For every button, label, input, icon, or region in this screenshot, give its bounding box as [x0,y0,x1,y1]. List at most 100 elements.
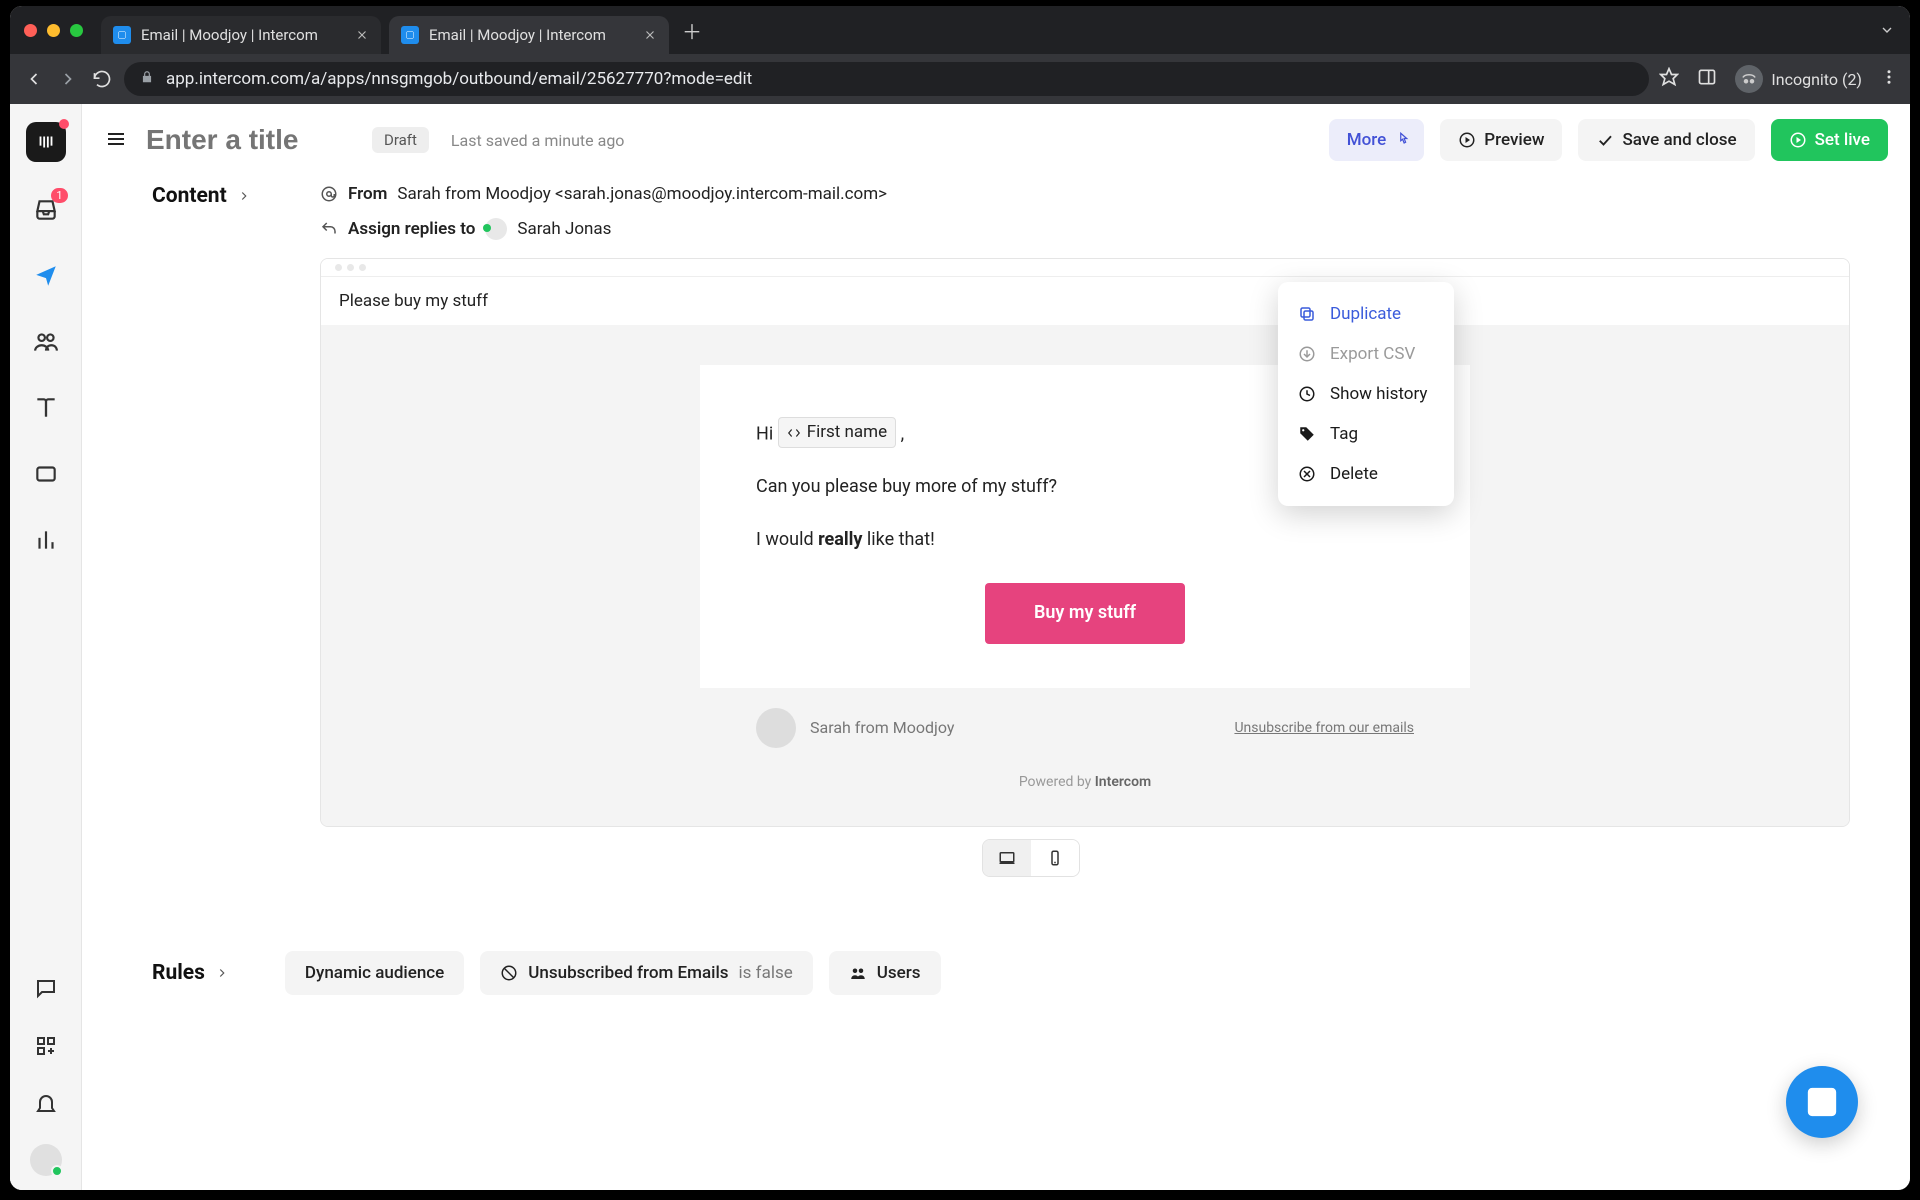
inbox-badge: 1 [51,188,67,203]
preview-label: Preview [1484,130,1544,150]
content-section: Content From Sarah from Moodjoy <sarah.j… [82,176,1910,931]
chip-users[interactable]: Users [829,951,941,995]
sender-name: Sarah from Moodjoy [810,718,954,737]
chip-dynamic-audience[interactable]: Dynamic audience [285,951,464,995]
dropdown-item-duplicate[interactable]: Duplicate [1278,294,1454,334]
toggle-sidebar-button[interactable] [104,127,130,153]
close-tab-icon[interactable] [355,28,369,42]
from-value: Sarah from Moodjoy <sarah.jonas@moodjoy.… [397,184,887,204]
intercom-launcher[interactable] [1786,1066,1858,1138]
email-footer: Sarah from Moodjoy Unsubscribe from our … [700,688,1470,758]
content-heading[interactable]: Content [152,184,251,208]
intercom-logo[interactable] [26,122,66,162]
save-close-button[interactable]: Save and close [1578,119,1754,161]
mobile-icon [1046,849,1064,867]
chevron-right-icon [215,966,229,980]
editor-topbar: Draft Last saved a minute ago More Previ… [82,104,1910,176]
x-circle-icon [1298,465,1316,483]
sidebar-item-articles[interactable] [28,390,64,426]
more-label: More [1347,130,1386,150]
tabs-overflow-icon[interactable] [1872,22,1902,38]
incognito-indicator[interactable]: Incognito (2) [1735,65,1862,93]
reload-button[interactable] [90,67,114,91]
close-tab-icon[interactable] [643,28,657,42]
sidebar-item-contacts[interactable] [28,324,64,360]
kebab-menu-icon[interactable] [1880,68,1898,90]
block-icon [500,964,518,982]
sidebar-avatar[interactable] [30,1144,62,1176]
star-icon[interactable] [1659,67,1679,91]
preview-button[interactable]: Preview [1440,119,1562,161]
sidebar-item-apps[interactable] [28,1028,64,1064]
maximize-window-icon[interactable] [70,24,83,37]
powered-prefix: Powered by [1019,774,1095,790]
device-preview-toggle [152,827,1910,907]
minimize-window-icon[interactable] [47,24,60,37]
email-preview-card: Please buy my stuff Hi First name , [320,258,1850,827]
dropdown-item-delete[interactable]: Delete [1278,454,1454,494]
dropdown-label: Delete [1330,464,1378,484]
rules-heading[interactable]: Rules [152,961,229,985]
chrome-address-bar: app.intercom.com/a/apps/nnsgmgob/outboun… [10,54,1910,104]
assign-value: Sarah Jonas [517,219,611,239]
new-tab-button[interactable]: ＋ [677,15,707,45]
back-button[interactable] [22,67,46,91]
desktop-preview-button[interactable] [983,840,1031,876]
save-close-label: Save and close [1622,130,1736,150]
dropdown-label: Export CSV [1330,344,1415,364]
intercom-favicon-icon [401,26,419,44]
browser-tab[interactable]: Email | Moodjoy | Intercom [101,16,381,54]
browser-tab-active[interactable]: Email | Moodjoy | Intercom [389,16,669,54]
sidebar-item-reports[interactable] [28,522,64,558]
variable-label: First name [807,419,887,446]
sidebar-item-messages[interactable] [28,970,64,1006]
dropdown-item-show-history[interactable]: Show history [1278,374,1454,414]
email-title-input[interactable] [146,124,356,156]
content-heading-label: Content [152,184,227,208]
at-icon [320,185,338,203]
email-card-chrome [321,259,1849,277]
side-panel-icon[interactable] [1697,67,1717,91]
address-input[interactable]: app.intercom.com/a/apps/nnsgmgob/outboun… [124,62,1649,96]
dropdown-label: Tag [1330,424,1358,444]
sidebar-item-outbound[interactable] [28,258,64,294]
sidebar-item-alerts[interactable] [28,1086,64,1122]
chip-label: Unsubscribed from Emails [528,963,728,983]
incognito-label: Incognito (2) [1771,70,1862,89]
close-window-icon[interactable] [24,24,37,37]
variable-first-name[interactable]: First name [778,417,896,448]
assign-row[interactable]: Assign replies to Sarah Jonas [320,218,1910,240]
window-frame: Email | Moodjoy | Intercom Email | Moodj… [10,6,1910,1190]
users-icon [849,964,867,982]
reply-icon [320,220,338,238]
cursor-pointer-icon [1394,131,1412,149]
url-text: app.intercom.com/a/apps/nnsgmgob/outboun… [166,69,752,89]
chevron-right-icon [237,189,251,203]
check-icon [1596,131,1614,149]
unsubscribe-link[interactable]: Unsubscribe from our emails [1234,720,1414,736]
last-saved-text: Last saved a minute ago [451,131,625,150]
rules-section: Rules Dynamic audience Unsubscribed from… [82,931,1910,1025]
duplicate-icon [1298,305,1316,323]
sidebar-item-operator[interactable] [28,456,64,492]
email-cta-button[interactable]: Buy my stuff [985,583,1185,644]
more-menu-button[interactable]: More [1329,119,1424,161]
sidebar-item-inbox[interactable]: 1 [28,192,64,228]
chip-unsubscribed[interactable]: Unsubscribed from Emails is false [480,951,812,995]
from-row[interactable]: From Sarah from Moodjoy <sarah.jonas@moo… [320,184,1910,204]
tag-icon [1298,425,1316,443]
dropdown-item-tag[interactable]: Tag [1278,414,1454,454]
dropdown-item-export-csv[interactable]: Export CSV [1278,334,1454,374]
tab-title: Email | Moodjoy | Intercom [141,26,345,44]
code-icon [787,426,801,440]
desktop-icon [998,849,1016,867]
set-live-button[interactable]: Set live [1771,119,1888,161]
intercom-favicon-icon [113,26,131,44]
forward-button[interactable] [56,67,80,91]
chip-label: Dynamic audience [305,963,444,983]
body-line2a: I would [756,529,818,550]
email-subject[interactable]: Please buy my stuff [321,277,1849,325]
status-badge-draft: Draft [372,127,429,153]
mobile-preview-button[interactable] [1031,840,1079,876]
download-icon [1298,345,1316,363]
